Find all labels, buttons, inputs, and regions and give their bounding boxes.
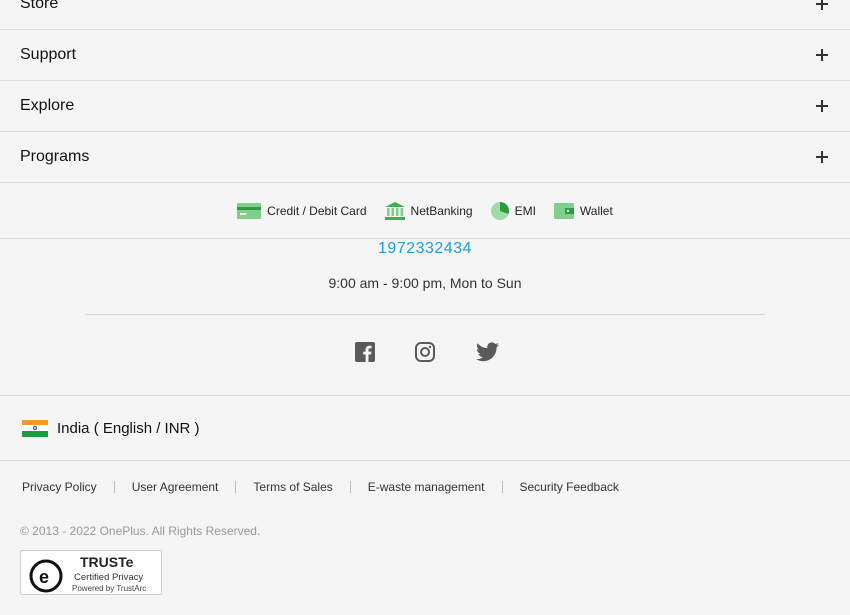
credit-card-icon <box>237 202 262 219</box>
divider <box>349 481 351 493</box>
wallet-icon <box>553 202 574 219</box>
terms-of-sales-link[interactable]: Terms of Sales <box>253 480 332 494</box>
svg-text:e: e <box>39 567 49 587</box>
truste-logo-icon: e TRUSTe Certified Privacy Powered by Tr… <box>29 554 146 593</box>
payment-emi: EMI <box>490 201 536 220</box>
accordion-label: Programs <box>20 148 90 165</box>
instagram-link[interactable] <box>415 342 435 367</box>
plus-icon[interactable] <box>816 100 828 112</box>
accordion-label: Support <box>20 46 77 63</box>
accordion-store[interactable]: Store <box>0 0 850 30</box>
legal-links: Privacy Policy User Agreement Terms of S… <box>22 480 619 494</box>
payment-label: EMI <box>514 203 536 218</box>
e-waste-management-link[interactable]: E-waste management <box>368 480 485 494</box>
social-links <box>0 342 850 366</box>
region-label: India ( English / INR ) <box>57 419 200 437</box>
badge-subtitle: Certified Privacy <box>74 572 143 583</box>
instagram-icon <box>415 342 435 362</box>
divider <box>501 481 503 493</box>
privacy-policy-link[interactable]: Privacy Policy <box>22 480 97 494</box>
plus-icon[interactable] <box>816 49 828 61</box>
payment-wallet: Wallet <box>553 202 613 219</box>
plus-icon[interactable] <box>816 151 828 163</box>
payment-label: Wallet <box>579 203 613 218</box>
india-flag-icon <box>22 419 48 437</box>
payment-credit-card: Credit / Debit Card <box>237 202 367 219</box>
facebook-link[interactable] <box>355 342 375 367</box>
region-selector[interactable]: India ( English / INR ) <box>0 395 850 461</box>
badge-title: TRUSTe <box>80 554 134 570</box>
divider <box>85 314 765 315</box>
divider <box>235 481 237 493</box>
support-phone-link[interactable]: 1972332434 <box>0 240 850 258</box>
truste-badge[interactable]: e TRUSTe Certified Privacy Powered by Tr… <box>20 550 162 595</box>
pie-chart-icon <box>490 201 509 220</box>
support-hours: 9:00 am - 9:00 pm, Mon to Sun <box>328 275 522 291</box>
plus-icon[interactable] <box>816 0 828 10</box>
accordion-programs[interactable]: Programs <box>0 132 850 183</box>
payment-methods: Credit / Debit Card NetBanking EMI Walle… <box>0 183 850 239</box>
payment-label: NetBanking <box>410 203 473 218</box>
divider <box>113 481 115 493</box>
user-agreement-link[interactable]: User Agreement <box>132 480 219 494</box>
accordion-label: Explore <box>20 97 75 114</box>
accordion-explore[interactable]: Explore <box>0 81 850 132</box>
accordion-label: Store <box>20 0 59 12</box>
bank-icon <box>384 201 405 220</box>
security-feedback-link[interactable]: Security Feedback <box>520 480 619 494</box>
payment-netbanking: NetBanking <box>384 201 473 220</box>
facebook-icon <box>355 342 375 362</box>
payment-label: Credit / Debit Card <box>267 203 367 218</box>
badge-powered: Powered by TrustArc <box>72 584 146 593</box>
twitter-link[interactable] <box>476 342 499 367</box>
accordion-support[interactable]: Support <box>0 30 850 81</box>
twitter-icon <box>476 342 499 362</box>
copyright-text: © 2013 - 2022 OnePlus. All Rights Reserv… <box>20 524 261 538</box>
